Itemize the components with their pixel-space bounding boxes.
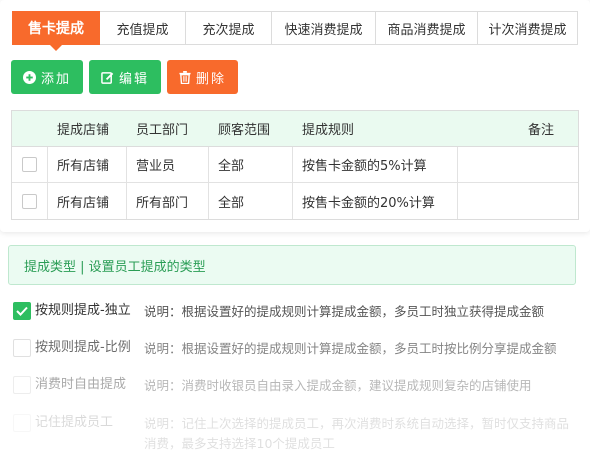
plus-circle-icon (23, 70, 36, 84)
option-description: 说明：根据设置好的提成规则计算提成金额，多员工时独立获得提成金额 (144, 304, 545, 319)
option-remember-staff[interactable]: 记住提成员工 说明：记住上次选择的提成员工，再次消费时系统自动选择，暂时仅支持商… (13, 414, 576, 454)
header-customer-scope: 顾客范围 (218, 123, 271, 138)
cell-customer-scope: 全部 (209, 183, 293, 219)
option-description: 说明：记住上次选择的提成员工，再次消费时系统自动选择，暂时仅支持商品消费，最多支… (144, 416, 570, 451)
option-label: 按规则提成-比例 (35, 340, 131, 355)
cell-rule: 按售卡金额的5%计算 (293, 147, 458, 182)
tab-recharge[interactable]: 充值提成 (100, 11, 186, 45)
commission-tabs: 售卡提成 充值提成 充次提成 快速消费提成 商品消费提成 计次消费提成 (12, 11, 578, 51)
option-label: 记住提成员工 (35, 415, 114, 430)
option-label: 消费时自由提成 (35, 377, 127, 392)
tab-quick-consume[interactable]: 快速消费提成 (272, 11, 376, 45)
edit-button[interactable]: 编辑 (89, 60, 162, 94)
check-icon (16, 306, 28, 316)
row-checkbox-cell (12, 147, 48, 182)
commission-panel: 售卡提成 充值提成 充次提成 快速消费提成 商品消费提成 计次消费提成 添加 编… (0, 0, 590, 232)
row-checkbox[interactable] (22, 193, 37, 209)
header-select (12, 111, 48, 146)
trash-icon (179, 70, 191, 84)
row-checkbox[interactable] (22, 157, 37, 172)
checkbox-remember-staff[interactable] (13, 414, 31, 432)
add-button[interactable]: 添加 (11, 60, 84, 94)
cell-store: 所有店铺 (48, 183, 127, 219)
option-label: 按规则提成-独立 (35, 303, 131, 318)
header-store: 提成店铺 (57, 123, 110, 138)
header-department: 员工部门 (136, 123, 189, 138)
commission-table: 提成店铺 员工部门 顾客范围 提成规则 备注 所有店铺 营业员 全部 按售卡金额… (11, 110, 579, 220)
delete-button-label: 删除 (196, 71, 227, 87)
checkbox-rule-independent[interactable] (13, 302, 31, 320)
option-rule-proportional[interactable]: 按规则提成-比例 说明：根据设置好的提成规则计算提成金额，多员工时按比例分享提成… (13, 339, 576, 359)
cell-department: 营业员 (127, 147, 209, 182)
table-row[interactable]: 所有店铺 营业员 全部 按售卡金额的5%计算 (12, 147, 578, 183)
option-free-commission[interactable]: 消费时自由提成 说明：消费时收银员自由录入提成金额，建议提成规则复杂的店铺使用 (13, 376, 576, 396)
cell-customer-scope: 全部 (209, 147, 293, 182)
cell-remark (458, 183, 578, 219)
option-description: 说明：根据设置好的提成规则计算提成金额，多员工时按比例分享提成金额 (144, 341, 557, 356)
tab-times-consume[interactable]: 计次消费提成 (478, 11, 578, 45)
row-checkbox-cell (12, 183, 48, 219)
edit-icon (101, 71, 114, 84)
edit-button-label: 编辑 (119, 71, 150, 87)
cell-store: 所有店铺 (48, 147, 127, 182)
delete-button[interactable]: 删除 (167, 60, 239, 94)
header-remark: 备注 (528, 123, 555, 138)
checkbox-free-commission[interactable] (13, 376, 31, 394)
tab-card-sale[interactable]: 售卡提成 (12, 11, 100, 51)
tab-goods-consume[interactable]: 商品消费提成 (376, 11, 478, 45)
commission-type-section-title: 提成类型 | 设置员工提成的类型 (8, 245, 576, 285)
cell-remark (458, 147, 578, 182)
table-row[interactable]: 所有店铺 所有部门 全部 按售卡金额的20%计算 (12, 183, 578, 219)
cell-rule: 按售卡金额的20%计算 (293, 183, 458, 219)
toolbar: 添加 编辑 删除 (11, 60, 239, 94)
option-description: 说明：消费时收银员自由录入提成金额，建议提成规则复杂的店铺使用 (144, 378, 532, 393)
table-header: 提成店铺 员工部门 顾客范围 提成规则 备注 (12, 111, 578, 147)
checkbox-rule-proportional[interactable] (13, 339, 31, 357)
tab-recharge-times[interactable]: 充次提成 (186, 11, 272, 45)
cell-department: 所有部门 (127, 183, 209, 219)
header-rule: 提成规则 (302, 123, 355, 138)
option-rule-independent[interactable]: 按规则提成-独立 说明：根据设置好的提成规则计算提成金额，多员工时独立获得提成金… (13, 302, 576, 322)
add-button-label: 添加 (41, 71, 72, 87)
